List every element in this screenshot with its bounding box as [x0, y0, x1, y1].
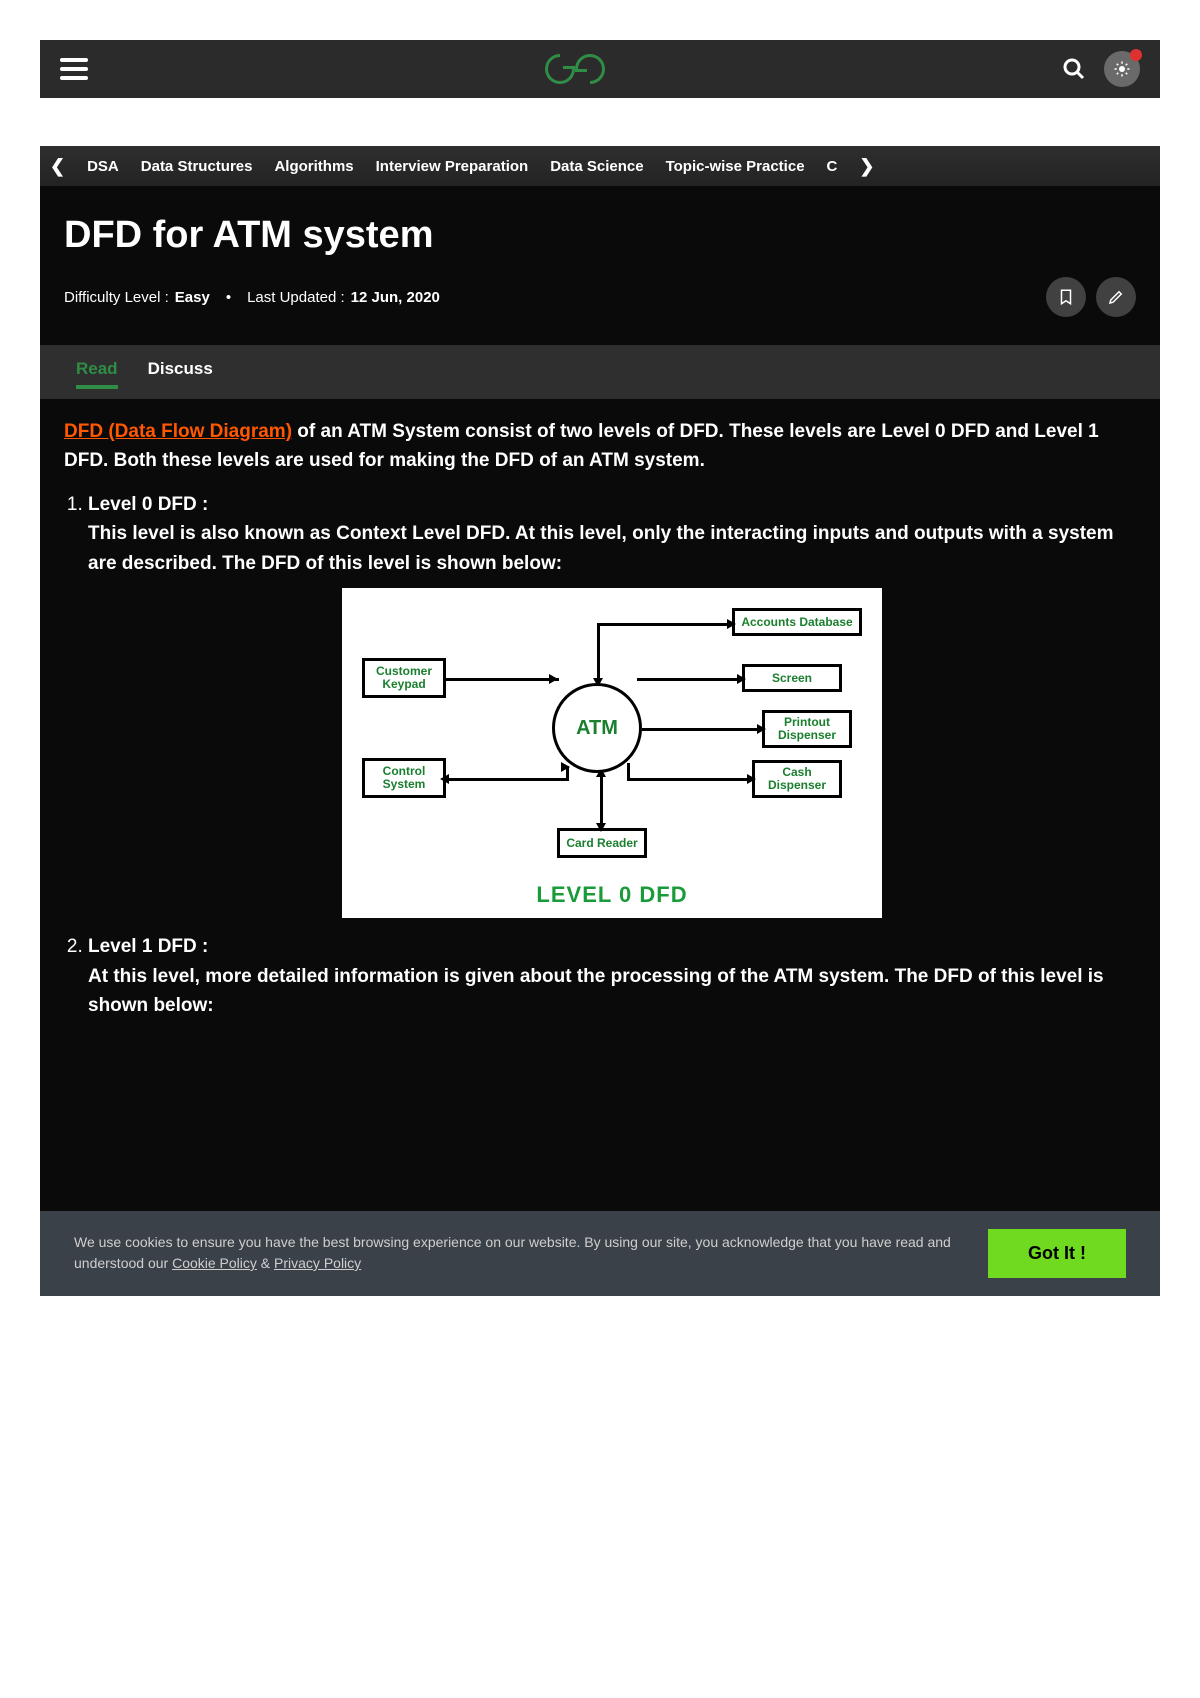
- cookie-consent-bar: We use cookies to ensure you have the be…: [40, 1211, 1160, 1296]
- updated-label: Last Updated :: [247, 289, 345, 306]
- nav-item-dsa[interactable]: DSA: [87, 158, 119, 175]
- edit-button[interactable]: [1096, 277, 1136, 317]
- nav-item-topic-wise-practice[interactable]: Topic-wise Practice: [666, 158, 805, 175]
- blank-space: [40, 1031, 1160, 1211]
- diagram-caption: LEVEL 0 DFD: [342, 878, 882, 912]
- nav-scroll-right-icon[interactable]: ❯: [859, 156, 874, 177]
- tab-read[interactable]: Read: [76, 359, 118, 389]
- level0-dfd-diagram: ATM Customer Keypad Control System Card …: [342, 588, 882, 918]
- nav-item-data-science[interactable]: Data Science: [550, 158, 643, 175]
- diagram-center-atm: ATM: [552, 683, 642, 773]
- nav-item-algorithms[interactable]: Algorithms: [274, 158, 353, 175]
- cookie-accept-button[interactable]: Got It !: [988, 1229, 1126, 1278]
- list-item: Level 0 DFD : This level is also known a…: [88, 490, 1136, 918]
- bookmark-button[interactable]: [1046, 277, 1086, 317]
- level1-title: Level 1 DFD :: [88, 936, 208, 957]
- diagram-box-card-reader: Card Reader: [557, 828, 647, 858]
- hamburger-menu-icon[interactable]: [60, 58, 88, 80]
- diagram-box-printout-dispenser: Printout Dispenser: [762, 710, 852, 748]
- article-tabs: Read Discuss: [40, 345, 1160, 399]
- difficulty-label: Difficulty Level :: [64, 289, 169, 306]
- site-logo[interactable]: [545, 54, 605, 84]
- top-bar: [40, 40, 1160, 98]
- difficulty-value: Easy: [175, 289, 210, 306]
- level1-body: At this level, more detailed information…: [88, 966, 1104, 1016]
- level0-body: This level is also known as Context Leve…: [88, 523, 1114, 573]
- article-intro: DFD (Data Flow Diagram) of an ATM System…: [40, 399, 1160, 476]
- nav-item-data-structures[interactable]: Data Structures: [141, 158, 253, 175]
- privacy-policy-link[interactable]: Privacy Policy: [274, 1255, 361, 1271]
- levels-list: Level 0 DFD : This level is also known a…: [40, 476, 1160, 1021]
- search-icon[interactable]: [1062, 57, 1086, 81]
- diagram-box-control-system: Control System: [362, 758, 446, 798]
- article-title: DFD for ATM system: [64, 214, 1136, 257]
- list-item: Level 1 DFD : At this level, more detail…: [88, 932, 1136, 1020]
- nav-item-c[interactable]: C: [827, 158, 838, 175]
- diagram-box-customer-keypad: Customer Keypad: [362, 658, 446, 698]
- level0-title: Level 0 DFD :: [88, 494, 208, 515]
- dfd-definition-link[interactable]: DFD (Data Flow Diagram): [64, 421, 292, 442]
- diagram-box-cash-dispenser: Cash Dispenser: [752, 760, 842, 798]
- cookie-policy-link[interactable]: Cookie Policy: [172, 1255, 257, 1271]
- article-meta: Difficulty Level : Easy • Last Updated :…: [64, 289, 440, 306]
- diagram-box-screen: Screen: [742, 664, 842, 692]
- nav-scroll-left-icon[interactable]: ❮: [50, 156, 65, 177]
- updated-value: 12 Jun, 2020: [351, 289, 440, 306]
- article-header: DFD for ATM system Difficulty Level : Ea…: [40, 186, 1160, 345]
- nav-item-interview-preparation[interactable]: Interview Preparation: [376, 158, 529, 175]
- tab-discuss[interactable]: Discuss: [148, 359, 213, 389]
- cookie-text: We use cookies to ensure you have the be…: [74, 1232, 988, 1274]
- meta-separator: •: [226, 289, 231, 306]
- content-area: ❮ DSA Data Structures Algorithms Intervi…: [40, 146, 1160, 1296]
- diagram-box-accounts-database: Accounts Database: [732, 608, 862, 636]
- category-nav: ❮ DSA Data Structures Algorithms Intervi…: [40, 146, 1160, 186]
- level0-diagram-container: ATM Customer Keypad Control System Card …: [88, 588, 1136, 918]
- theme-toggle-button[interactable]: [1104, 51, 1140, 87]
